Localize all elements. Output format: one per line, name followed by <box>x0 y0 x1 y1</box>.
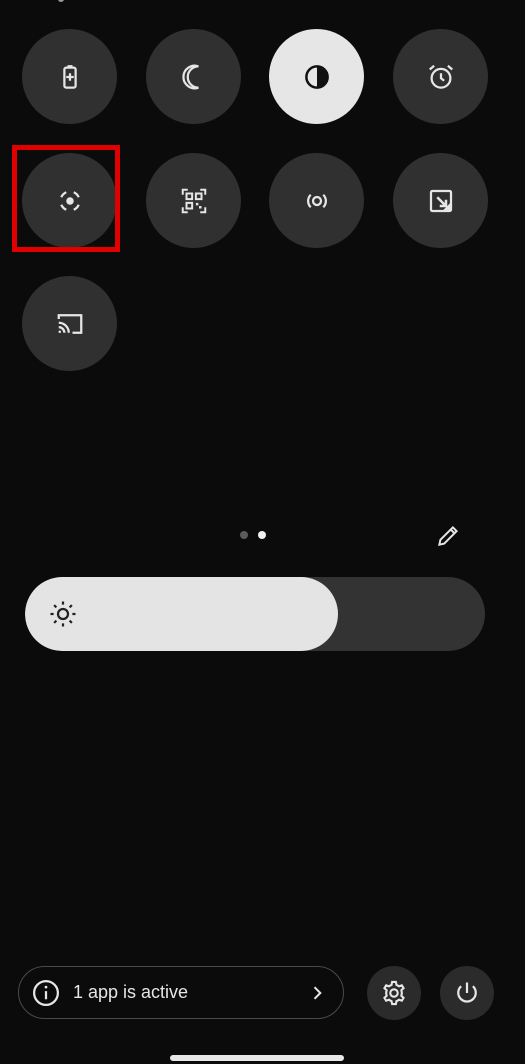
brightness-slider[interactable] <box>25 577 485 651</box>
screen-record-icon <box>59 190 80 211</box>
battery-plus-icon <box>62 64 77 89</box>
sun-icon <box>50 601 76 627</box>
gear-icon <box>383 980 405 1006</box>
edit-tiles-button[interactable] <box>432 520 464 552</box>
hotspot-icon <box>306 193 327 208</box>
page-dot-2[interactable] <box>258 531 266 539</box>
page-dot-1[interactable] <box>240 531 248 539</box>
power-icon <box>457 982 477 1003</box>
qr-code-icon <box>181 188 206 213</box>
pencil-icon <box>438 525 459 546</box>
active-apps-button[interactable]: 1 app is active <box>18 966 344 1019</box>
alarm-clock-icon <box>428 64 453 89</box>
power-button[interactable] <box>440 966 494 1020</box>
tile-bedtime-mode[interactable] <box>146 29 241 124</box>
tile-battery-saver[interactable] <box>22 29 117 124</box>
info-icon <box>33 979 59 1006</box>
settings-button[interactable] <box>367 966 421 1020</box>
tile-hotspot[interactable] <box>269 153 364 248</box>
tile-qr-scanner[interactable] <box>146 153 241 248</box>
tile-alarm[interactable] <box>393 29 488 124</box>
tile-screen-record[interactable] <box>22 153 117 248</box>
tile-screen-rotate[interactable] <box>393 153 488 248</box>
tile-cast[interactable] <box>22 276 117 371</box>
quick-settings-screen: 1 app is active <box>0 0 525 1064</box>
tile-dark-theme[interactable] <box>269 29 364 124</box>
moon-icon <box>181 64 199 89</box>
contrast-icon <box>304 64 329 89</box>
page-indicator <box>240 531 266 539</box>
active-apps-label: 1 app is active <box>73 982 189 1002</box>
status-bar-remnant <box>58 0 64 2</box>
cast-icon <box>57 313 82 334</box>
chevron-right-icon <box>313 985 322 1000</box>
auto-rotate-icon <box>429 189 452 212</box>
navigation-handle[interactable] <box>170 1055 344 1061</box>
